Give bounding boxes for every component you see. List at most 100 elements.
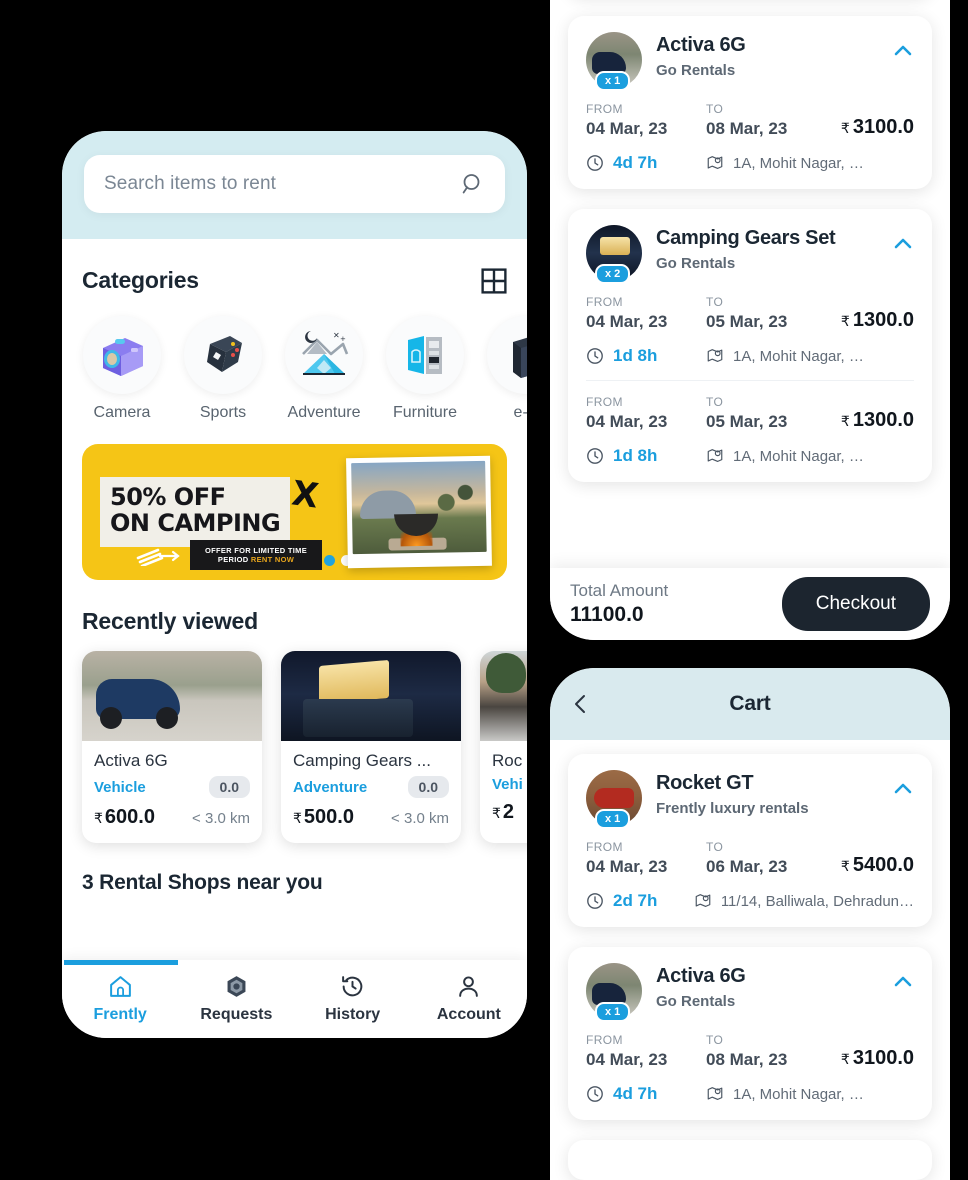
chevron-up-icon[interactable] — [892, 40, 914, 62]
furniture-icon — [408, 336, 442, 374]
category-icon-wrap — [83, 316, 161, 394]
item-image — [82, 651, 262, 741]
duration-block: 1d 8h — [586, 446, 706, 466]
chevron-up-icon[interactable] — [892, 233, 914, 255]
nav-label: Account — [436, 1006, 501, 1023]
banner-photo-image — [351, 460, 487, 555]
duration-value: 1d 8h — [613, 346, 658, 365]
chevron-up-icon[interactable] — [892, 971, 914, 993]
grid-view-icon[interactable] — [481, 267, 507, 294]
svg-text:✕: ✕ — [333, 331, 340, 340]
promo-banner[interactable]: 50% OFF ON CAMPING X OFFER FOR LIMITED T… — [82, 444, 507, 580]
cart-card[interactable]: x 2 Camping Gears Set Go Rentals FROM 04… — [568, 209, 932, 482]
category-item-esports[interactable]: e-S — [486, 316, 527, 422]
cart-card[interactable]: x 1 Activa 6G Go Rentals FROM 04 Mar, 23… — [568, 947, 932, 1120]
item-category-row: Vehi — [492, 776, 527, 793]
cart-screens-column: 2d 7h 11/14, Balliwala, Dehradun… — [550, 0, 968, 1180]
nav-item-history[interactable]: History — [295, 960, 411, 1038]
duration-block: 2d 7h — [586, 891, 694, 911]
recently-viewed-card[interactable]: Activa 6G Vehicle 0.0 ₹600.0 < 3.0 km — [82, 651, 262, 843]
item-image — [480, 651, 527, 741]
item-meta: Roc Vehi ₹2 — [480, 741, 527, 838]
rental-shops-title: 3 Rental Shops near you — [82, 871, 323, 894]
cart-card[interactable]: x 1 Rocket GT Frently luxury rentals FRO… — [568, 754, 932, 927]
nav-item-account[interactable]: Account — [411, 960, 527, 1038]
location-value: 1A, Mohit Nagar, … — [733, 447, 864, 465]
recently-viewed-card[interactable]: Roc Vehi ₹2 — [480, 651, 527, 843]
item-name: Activa 6G — [94, 751, 168, 770]
checkout-button[interactable]: Checkout — [781, 577, 930, 631]
location-block: 11/14, Balliwala, Dehradun… — [694, 892, 914, 910]
location-block: 1A, Mohit Nagar, … — [706, 154, 914, 172]
item-titles: Camping Gears Set Go Rentals — [656, 225, 878, 272]
history-clock-icon — [342, 976, 363, 997]
item-name: Roc — [492, 751, 523, 770]
search-bar[interactable] — [84, 155, 505, 213]
cart-card-header: x 1 Activa 6G Go Rentals — [586, 963, 914, 1022]
category-icon-wrap — [184, 316, 262, 394]
from-value: 04 Mar, 23 — [586, 119, 668, 138]
from-value: 04 Mar, 23 — [586, 1050, 668, 1069]
location-value: 1A, Mohit Nagar, … — [733, 1085, 864, 1103]
item-thumbnail: x 1 — [586, 963, 642, 1022]
banner-offer-strip: OFFER FOR LIMITED TIME PERIOD RENT NOW — [190, 540, 322, 570]
line-amount: ₹3100.0 — [840, 1047, 914, 1069]
cart-card-header: x 1 Activa 6G Go Rentals — [586, 32, 914, 91]
category-item-furniture[interactable]: Furniture — [385, 316, 465, 422]
camera-icon — [103, 338, 143, 376]
nav-item-requests[interactable]: Requests — [178, 960, 294, 1038]
item-title: Activa 6G — [656, 965, 746, 987]
to-value: 05 Mar, 23 — [706, 312, 788, 331]
to-date: TO 05 Mar, 23 — [706, 295, 826, 332]
item-titles: Rocket GT Frently luxury rentals — [656, 770, 878, 817]
from-label: FROM — [586, 102, 623, 116]
carousel-dot-active[interactable] — [324, 555, 335, 566]
cart-line-footer: 4d 7h 1A, Mohit Nagar, … — [586, 139, 914, 175]
home-content: Categories Camera Sports ✕ + Adventure F… — [62, 267, 527, 895]
date-range: FROM 04 Mar, 23 TO 08 Mar, 23 ₹3100.0 — [586, 1019, 914, 1070]
cart-card-partial-bottom[interactable] — [568, 1140, 932, 1180]
search-input[interactable] — [104, 173, 461, 195]
map-pin-icon — [695, 894, 711, 907]
category-item-adventure[interactable]: ✕ + Adventure — [284, 316, 364, 422]
banner-photo — [346, 455, 492, 569]
item-rating: 0.0 — [407, 776, 449, 798]
item-thumbnail: x 1 — [586, 32, 642, 91]
to-value: 05 Mar, 23 — [706, 412, 788, 431]
clock-icon — [587, 448, 603, 464]
to-value: 08 Mar, 23 — [706, 119, 788, 138]
to-date: TO 05 Mar, 23 — [706, 395, 826, 432]
cart-list-bottom[interactable]: x 1 Rocket GT Frently luxury rentals FRO… — [550, 740, 950, 1180]
banner-arrow-icon — [136, 548, 180, 566]
location-value: 1A, Mohit Nagar, … — [733, 154, 864, 172]
chevron-left-icon[interactable] — [570, 693, 592, 715]
item-title: Activa 6G — [656, 34, 746, 56]
recently-viewed-card[interactable]: Camping Gears ... Adventure 0.0 ₹500.0 <… — [281, 651, 461, 843]
item-price: ₹500.0 — [293, 806, 354, 828]
cart-card[interactable]: x 1 Activa 6G Go Rentals FROM 04 Mar, 23… — [568, 16, 932, 189]
duration-value: 4d 7h — [613, 153, 658, 172]
gamepad-icon — [207, 336, 242, 372]
banner-text-block: 50% OFF ON CAMPING X — [82, 473, 328, 547]
item-thumbnail: x 1 — [586, 770, 642, 829]
nav-item-frently[interactable]: Frently — [62, 960, 178, 1038]
item-titles: Activa 6G Go Rentals — [656, 963, 878, 1010]
from-label: FROM — [586, 295, 623, 309]
chevron-up-icon[interactable] — [892, 778, 914, 800]
total-label: Total Amount — [570, 581, 669, 600]
total-value: 11100.0 — [570, 603, 644, 626]
duration-block: 4d 7h — [586, 1084, 706, 1104]
requests-icon — [227, 976, 246, 997]
category-item-camera[interactable]: Camera — [82, 316, 162, 422]
cart-list-top[interactable]: 2d 7h 11/14, Balliwala, Dehradun… — [550, 0, 950, 482]
categories-section-header: Categories — [82, 267, 507, 294]
quantity-badge: x 1 — [595, 1002, 631, 1022]
banner-strip-line2: PERIOD RENT NOW — [217, 555, 295, 564]
banner-x-mark: X — [289, 473, 321, 517]
nav-label: Frently — [93, 1006, 147, 1023]
item-category: Vehicle — [94, 778, 146, 796]
item-price: ₹2 — [492, 801, 515, 823]
category-item-sports[interactable]: Sports — [183, 316, 263, 422]
search-icon[interactable] — [461, 172, 485, 196]
cart-line: FROM 04 Mar, 23 TO 05 Mar, 23 ₹1300.0 1d… — [586, 281, 914, 468]
